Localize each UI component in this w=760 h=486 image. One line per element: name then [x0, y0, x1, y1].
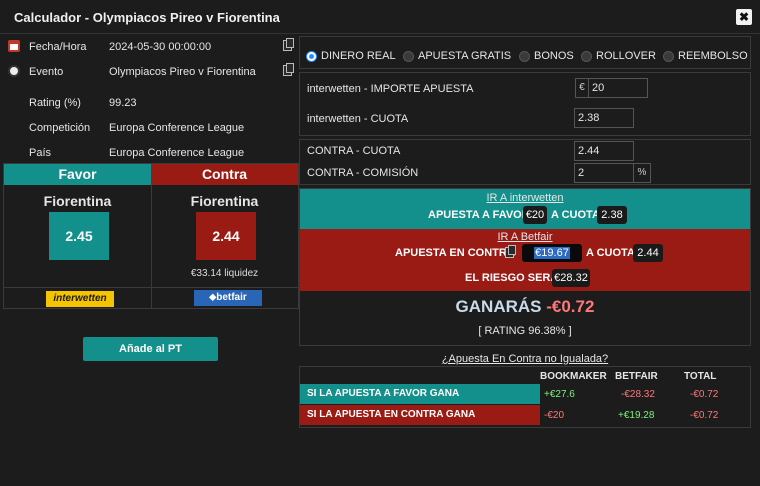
betfair-logo-text: betfair — [216, 292, 247, 303]
rating-label: Rating (%) — [29, 97, 81, 109]
radio-label: REEMBOLSO — [678, 50, 748, 62]
unmatched-lay-link[interactable]: ¿Apuesta En Contra no Igualada? — [299, 353, 751, 365]
evento-label: Evento — [29, 66, 64, 78]
col-total: TOTAL — [684, 371, 717, 382]
rating-display: [ RATING 96.38% ] — [478, 325, 572, 337]
copy-icon[interactable] — [505, 245, 516, 258]
table-row: SI LA APUESTA EN CONTRA GANA — [300, 405, 540, 425]
contra-team: Fiorentina — [190, 193, 259, 209]
radio-apuesta-gratis[interactable]: APUESTA GRATIS — [403, 50, 511, 62]
riesgo-value: €28.32 — [552, 269, 590, 287]
competicion-label: Competición — [29, 122, 91, 134]
radio-dot[interactable] — [581, 50, 592, 62]
title-bar: Calculador - Olympiacos Pireo v Fiorenti… — [0, 0, 760, 34]
cell-total: -€0.72 — [690, 410, 719, 421]
radio-rollover[interactable]: ROLLOVER — [581, 50, 656, 62]
event-info: Fecha/Hora 2024-05-30 00:00:00 Evento Ol… — [4, 36, 298, 167]
favor-cuota-value: 2.38 — [597, 206, 627, 224]
cell-bookmaker: -€20 — [544, 410, 565, 421]
interwetten-logo[interactable]: interwetten — [46, 291, 114, 307]
apuesta-contra-value[interactable]: €19.67 — [522, 244, 582, 262]
lay-panel: CONTRA - CUOTA CONTRA - COMISIÓN % — [299, 139, 751, 185]
a-cuota-label: A CUOTA — [586, 247, 635, 259]
pais-value: Europa Conference League — [109, 147, 245, 159]
go-to-bookmaker-link[interactable]: IR A interwetten — [300, 192, 750, 204]
soccer-ball-icon — [8, 65, 20, 77]
apuesta-favor-label: APUESTA A FAVOR — [428, 209, 530, 221]
ganaras-label: GANARÁS — [455, 297, 542, 316]
radio-bonos[interactable]: BONOS — [519, 50, 574, 62]
odds-comparison: Favor Contra Fiorentina Fiorentina 2.45 … — [3, 163, 299, 309]
copy-icon[interactable] — [283, 63, 294, 76]
liquidity: €33.14 liquidez — [190, 268, 259, 279]
contra-cuota-value: 2.44 — [633, 244, 663, 262]
rating-row: Rating (%) 99.23 — [4, 92, 298, 117]
profit-display: GANARÁS -€0.72 — [300, 297, 750, 317]
comision-input[interactable] — [574, 163, 634, 183]
apuesta-contra-label: APUESTA EN CONTRA — [395, 247, 515, 259]
competicion-value: Europa Conference League — [109, 122, 245, 134]
fecha-value: 2024-05-30 00:00:00 — [109, 41, 212, 53]
contra-odds[interactable]: 2.44 — [196, 212, 256, 260]
window-title: Calculador - Olympiacos Pireo v Fiorenti… — [14, 10, 280, 25]
importe-label: interwetten - IMPORTE APUESTA — [307, 83, 474, 95]
radio-reembolso[interactable]: REEMBOLSO — [663, 50, 748, 62]
summary-panel: IR A interwetten APUESTA A FAVOR €20 A C… — [299, 188, 751, 346]
col-bookmaker: BOOKMAKER — [540, 371, 607, 382]
col-betfair: BETFAIR — [615, 371, 658, 382]
cell-betfair: -€28.32 — [621, 389, 655, 400]
riesgo-label: EL RIESGO SERÁ — [465, 272, 559, 284]
table-row: SI LA APUESTA A FAVOR GANA — [300, 384, 540, 404]
mode-selector: DINERO REAL APUESTA GRATIS BONOS ROLLOVE… — [299, 36, 751, 69]
radio-dot[interactable] — [663, 50, 674, 62]
a-cuota-label: A CUOTA — [551, 209, 600, 221]
rating-value: 99.23 — [109, 97, 137, 109]
currency-addon: € — [575, 78, 589, 98]
bookmaker-section: IR A interwetten APUESTA A FAVOR €20 A C… — [300, 189, 750, 229]
contra-header: Contra — [151, 164, 298, 185]
contra-cuota-input[interactable] — [574, 141, 634, 161]
cuota-input[interactable] — [574, 108, 634, 128]
competicion-row: Competición Europa Conference League — [4, 117, 298, 142]
radio-label: APUESTA GRATIS — [418, 50, 512, 62]
pais-label: País — [29, 147, 52, 159]
cell-bookmaker: +€27.6 — [544, 389, 575, 400]
ganaras-value: -€0.72 — [546, 297, 595, 316]
row-label: SI LA APUESTA A FAVOR GANA — [307, 388, 460, 399]
copy-icon[interactable] — [283, 38, 294, 51]
calendar-icon — [8, 40, 20, 52]
comision-label: CONTRA - COMISIÓN — [307, 167, 419, 179]
row-label: SI LA APUESTA EN CONTRA GANA — [307, 409, 476, 420]
betfair-logo[interactable]: ⬥betfair — [194, 290, 262, 306]
add-to-pt-button[interactable]: Añade al PT — [83, 337, 218, 361]
cell-betfair: +€19.28 — [618, 410, 655, 421]
radio-dot[interactable] — [403, 50, 414, 62]
radio-dot[interactable] — [519, 50, 530, 62]
fecha-label: Fecha/Hora — [29, 41, 87, 53]
divider — [4, 287, 298, 288]
radio-label: ROLLOVER — [596, 50, 656, 62]
close-icon[interactable]: ✖ — [736, 9, 752, 25]
radio-dot[interactable] — [306, 50, 317, 62]
importe-input[interactable] — [588, 78, 648, 98]
percent-addon: % — [633, 163, 651, 183]
favor-header: Favor — [4, 164, 151, 185]
fecha-row: Fecha/Hora 2024-05-30 00:00:00 — [4, 36, 298, 61]
cell-total: -€0.72 — [690, 389, 719, 400]
apuesta-favor-value: €20 — [523, 206, 547, 224]
go-to-betfair-link[interactable]: IR A Betfair — [300, 231, 750, 243]
cuota-label: interwetten - CUOTA — [307, 113, 409, 125]
contra-cuota-label: CONTRA - CUOTA — [307, 145, 401, 157]
apuesta-contra-amount: €19.67 — [534, 247, 570, 259]
exchange-section: IR A Betfair APUESTA EN CONTRA €19.67 A … — [300, 229, 750, 291]
stake-panel: interwetten - IMPORTE APUESTA € interwet… — [299, 72, 751, 136]
radio-label: BONOS — [534, 50, 574, 62]
outcomes-table: BOOKMAKER BETFAIR TOTAL SI LA APUESTA A … — [299, 366, 751, 428]
evento-value: Olympiacos Pireo v Fiorentina — [109, 66, 256, 78]
radio-dinero-real[interactable]: DINERO REAL — [306, 50, 396, 62]
favor-team: Fiorentina — [43, 193, 112, 209]
evento-row: Evento Olympiacos Pireo v Fiorentina — [4, 61, 298, 92]
favor-odds[interactable]: 2.45 — [49, 212, 109, 260]
radio-label: DINERO REAL — [321, 50, 396, 62]
